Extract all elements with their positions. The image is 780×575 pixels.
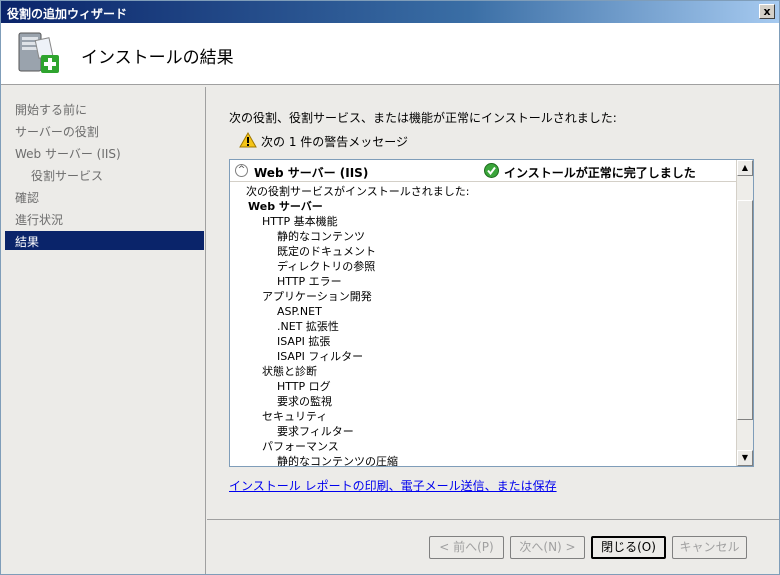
- sidebar-item-results[interactable]: 結果: [5, 231, 204, 250]
- result-role-title: Web サーバー (IIS): [254, 166, 369, 180]
- tree-item: 要求の監視: [277, 395, 332, 408]
- wizard-window: 役割の追加ウィザード x インストールの結果 開始する前に サーバーの役割 We…: [0, 0, 780, 575]
- scroll-up-button[interactable]: ▲: [737, 160, 753, 176]
- wizard-footer: < 前へ(P) 次へ(N) > 閉じる(O) キャンセル: [207, 519, 779, 574]
- result-header: ^ Web サーバー (IIS) インストールが正常に完了しました: [230, 160, 737, 182]
- tree-item: .NET 拡張性: [277, 320, 339, 333]
- title-bar[interactable]: 役割の追加ウィザード x: [1, 1, 779, 23]
- installed-services-tree: 次の役割サービスがインストールされました: Web サーバー HTTP 基本機能…: [246, 184, 470, 467]
- scroll-thumb[interactable]: [737, 200, 753, 420]
- tree-item: ISAPI 拡張: [277, 335, 331, 348]
- scroll-down-button[interactable]: ▼: [737, 450, 753, 466]
- page-heading: インストールの結果: [81, 48, 234, 68]
- tree-item: HTTP ログ: [277, 380, 331, 393]
- window-title: 役割の追加ウィザード: [7, 7, 128, 21]
- warning-icon: [239, 132, 257, 148]
- tree-item: 既定のドキュメント: [277, 245, 376, 258]
- tree-item: パフォーマンス: [262, 440, 339, 453]
- sidebar-item-confirmation[interactable]: 確認: [15, 189, 39, 206]
- tree-item: HTTP エラー: [277, 275, 342, 288]
- sidebar-item-web-server[interactable]: Web サーバー (IIS): [15, 145, 121, 162]
- wizard-header: インストールの結果: [1, 23, 779, 85]
- result-status: インストールが正常に完了しました: [504, 166, 696, 180]
- tree-item: ディレクトリの参照: [277, 260, 376, 273]
- server-add-icon: [18, 32, 59, 73]
- close-window-button[interactable]: x: [759, 4, 775, 19]
- tree-item: アプリケーション開発: [262, 290, 372, 303]
- sidebar-item-progress[interactable]: 進行状況: [15, 211, 63, 228]
- sidebar-item-role-services[interactable]: 役割サービス: [31, 167, 103, 184]
- tree-item: ASP.NET: [277, 305, 322, 318]
- tree-item: 静的なコンテンツ: [277, 230, 365, 243]
- tree-item: 要求フィルター: [277, 425, 354, 438]
- report-link[interactable]: インストール レポートの印刷、電子メール送信、または保存: [229, 477, 557, 494]
- cancel-button[interactable]: キャンセル: [672, 536, 747, 559]
- warning-text: 次の 1 件の警告メッセージ: [261, 135, 409, 149]
- tree-item: 静的なコンテンツの圧縮: [277, 455, 398, 467]
- tree-item: HTTP 基本機能: [262, 215, 338, 228]
- tree-item: セキュリティ: [262, 410, 328, 423]
- tree-item: 次の役割サービスがインストールされました:: [246, 185, 470, 198]
- intro-text: 次の役割、役割サービス、または機能が正常にインストールされました:: [229, 111, 617, 125]
- collapse-chevron-up-icon[interactable]: ^: [235, 164, 248, 177]
- wizard-steps-sidebar: 開始する前に サーバーの役割 Web サーバー (IIS) 役割サービス 確認 …: [1, 87, 206, 574]
- next-button[interactable]: 次へ(N) >: [510, 536, 585, 559]
- tree-item: Web サーバー: [248, 200, 323, 213]
- prev-button[interactable]: < 前へ(P): [429, 536, 504, 559]
- success-check-icon: [484, 163, 499, 178]
- tree-item: 状態と診断: [262, 365, 317, 378]
- results-scrollbar[interactable]: ▲ ▼: [736, 160, 753, 466]
- close-button[interactable]: 閉じる(O): [591, 536, 666, 559]
- results-panel[interactable]: ^ Web サーバー (IIS) インストールが正常に完了しました 次の役割サー…: [229, 159, 754, 467]
- sidebar-item-server-roles[interactable]: サーバーの役割: [15, 123, 99, 140]
- tree-item: ISAPI フィルター: [277, 350, 364, 363]
- sidebar-item-before-you-begin[interactable]: 開始する前に: [15, 101, 87, 118]
- main-content: 次の役割、役割サービス、または機能が正常にインストールされました: 次の 1 件…: [207, 87, 779, 519]
